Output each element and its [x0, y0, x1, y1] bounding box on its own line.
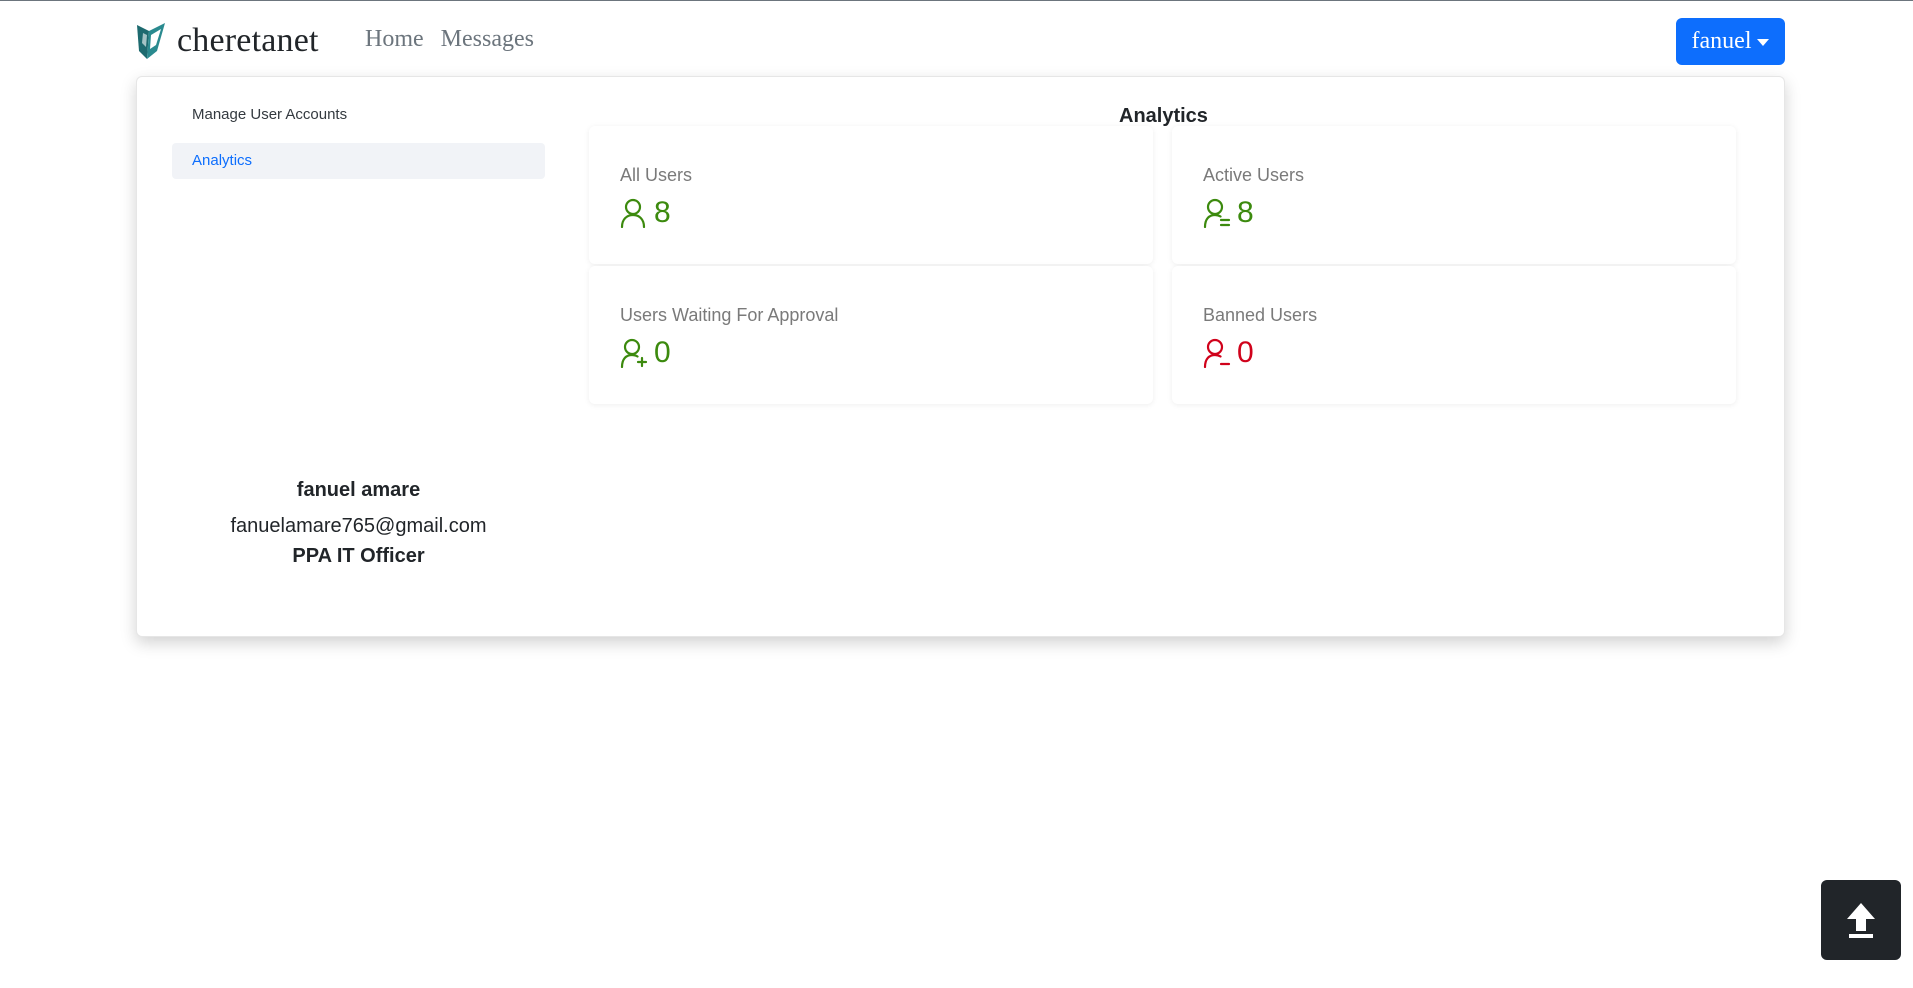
stat-card-value-row: 8 [1203, 196, 1254, 230]
stat-card-all-users: All Users 8 [589, 126, 1153, 264]
stat-card-value-row: 0 [620, 336, 671, 370]
user-minus-icon [1203, 338, 1231, 368]
stat-card-active-users: Active Users 8 [1172, 126, 1736, 264]
stat-card-label: Banned Users [1203, 305, 1318, 325]
navbar: cheretanet Home Messages fanuel [0, 1, 1913, 75]
user-dropdown-button[interactable]: fanuel [1676, 18, 1785, 65]
profile-summary: fanuel amare fanuelamare765@gmail.com PP… [172, 477, 545, 569]
profile-email: fanuelamare765@gmail.com [230, 515, 487, 537]
stat-card-value-row: 0 [1203, 336, 1254, 370]
stat-card-banned-users: Banned Users 0 [1172, 266, 1736, 404]
user-check-icon [1203, 198, 1231, 228]
stat-card-number: 8 [654, 196, 671, 229]
nav-link-home[interactable]: Home [365, 23, 424, 55]
main-panel: Manage User Accounts Analytics fanuel am… [136, 76, 1785, 637]
nav-links: Home Messages [365, 23, 551, 55]
arrow-up-icon [1847, 903, 1875, 938]
sidebar-item-manage-user-accounts[interactable]: Manage User Accounts [172, 97, 545, 133]
user-dropdown-label: fanuel [1691, 28, 1752, 54]
user-plus-icon [620, 338, 648, 368]
scroll-to-top-button[interactable] [1821, 880, 1901, 960]
brand[interactable]: cheretanet [135, 21, 319, 61]
brand-logo-icon [137, 23, 165, 59]
stat-card-label: Active Users [1203, 165, 1305, 185]
stat-card-label: Users Waiting For Approval [620, 305, 839, 325]
caret-down-icon [1757, 39, 1770, 46]
stat-card-number: 8 [1237, 196, 1254, 229]
sidebar-item-analytics[interactable]: Analytics [172, 143, 545, 179]
stat-card-label: All Users [620, 165, 693, 185]
profile-name: fanuel amare [296, 479, 421, 501]
nav-link-messages[interactable]: Messages [441, 23, 534, 55]
stat-card-waiting-approval: Users Waiting For Approval 0 [589, 266, 1153, 404]
stat-card-number: 0 [654, 336, 671, 369]
brand-name: cheretanet [177, 22, 319, 59]
stat-card-value-row: 8 [620, 196, 671, 230]
profile-role: PPA IT Officer [292, 545, 425, 567]
stat-card-number: 0 [1237, 336, 1254, 369]
user-icon [620, 198, 646, 228]
